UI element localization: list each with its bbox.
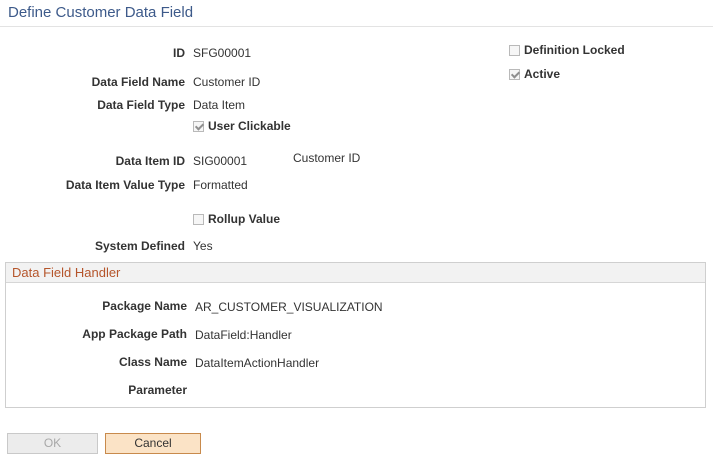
class-name-label: Class Name xyxy=(118,355,187,369)
data-field-handler-header: Data Field Handler xyxy=(6,263,705,283)
data-item-value-type-value: Formatted xyxy=(193,178,248,192)
ok-button[interactable]: OK xyxy=(7,433,98,454)
data-field-name-value: Customer ID xyxy=(193,75,261,89)
title-divider xyxy=(0,26,713,27)
id-label: ID xyxy=(173,46,185,60)
data-field-type-value: Data Item xyxy=(193,98,246,112)
data-field-type-label: Data Field Type xyxy=(97,98,185,112)
cancel-button[interactable]: Cancel xyxy=(105,433,201,454)
data-field-name-label: Data Field Name xyxy=(91,75,185,89)
package-name-value: AR_CUSTOMER_VISUALIZATION xyxy=(195,300,383,314)
data-item-description: Customer ID xyxy=(293,151,361,165)
page-title: Define Customer Data Field xyxy=(8,4,194,21)
system-defined-value: Yes xyxy=(193,239,213,253)
rollup-value-label: Rollup Value xyxy=(208,212,281,226)
rollup-value-checkbox[interactable]: Rollup Value xyxy=(193,212,280,226)
data-item-value-type-label: Data Item Value Type xyxy=(65,178,185,192)
checkbox-checked-icon[interactable] xyxy=(193,120,204,132)
definition-locked-checkbox[interactable]: Definition Locked xyxy=(509,43,625,57)
definition-locked-label: Definition Locked xyxy=(524,43,625,57)
app-package-path-value: DataField:Handler xyxy=(195,328,292,342)
active-label: Active xyxy=(524,67,561,81)
user-clickable-label: User Clickable xyxy=(208,119,291,133)
class-name-value: DataItemActionHandler xyxy=(195,356,320,370)
system-defined-label: System Defined xyxy=(94,239,185,253)
parameter-label: Parameter xyxy=(128,383,187,397)
data-item-id-value: SIG00001 xyxy=(193,154,248,168)
user-clickable-checkbox[interactable]: User Clickable xyxy=(193,119,291,133)
data-item-id-label: Data Item ID xyxy=(115,154,185,168)
checkbox-unchecked-icon[interactable] xyxy=(509,44,520,56)
app-package-path-label: App Package Path xyxy=(82,327,187,341)
checkbox-unchecked-icon[interactable] xyxy=(193,213,204,225)
id-value: SFG00001 xyxy=(193,46,252,60)
checkbox-checked-icon[interactable] xyxy=(509,68,520,80)
package-name-label: Package Name xyxy=(102,299,187,313)
active-checkbox[interactable]: Active xyxy=(509,67,560,81)
